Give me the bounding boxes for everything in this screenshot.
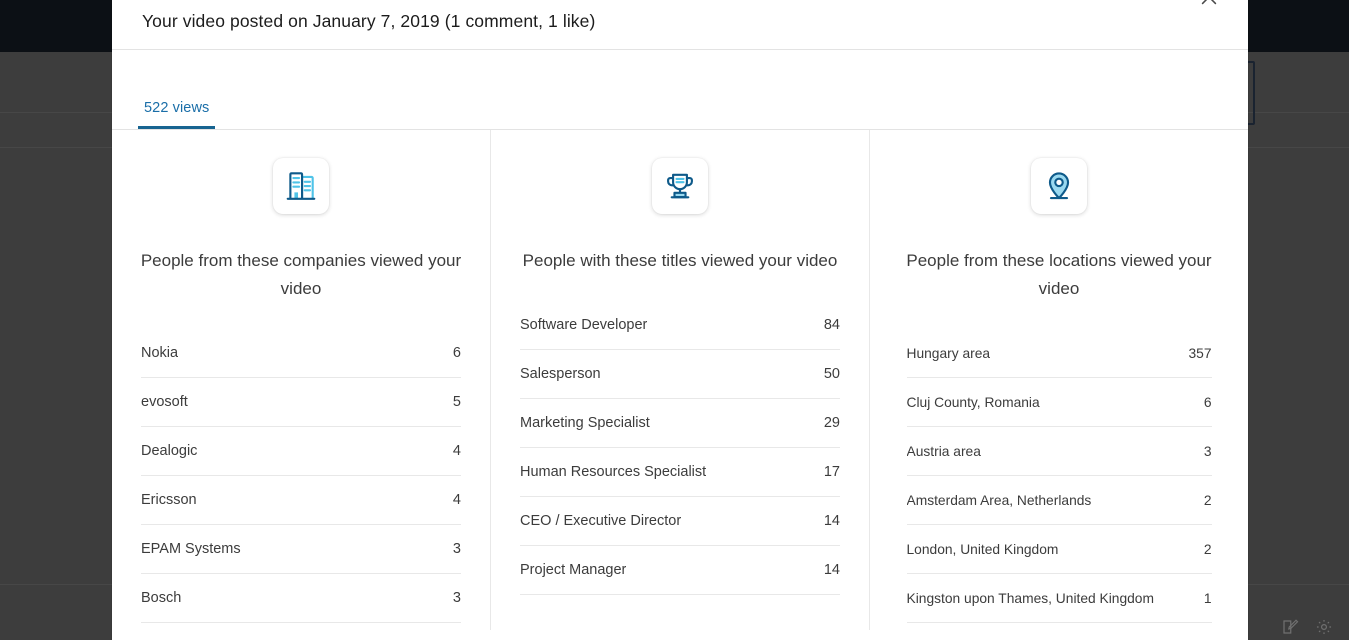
list-item-value: 1 [1203,590,1212,606]
background-corner-icons [1281,618,1333,636]
page-title: Your video posted on January 7, 2019 (1 … [142,11,596,32]
list-item-label: Project Manager [520,562,627,579]
list-item-value: 357 [1188,345,1212,361]
list-item-value: 2 [1203,541,1212,557]
list-item[interactable]: Cluj County, Romania 6 [906,378,1212,428]
list-item[interactable]: Salesperson 50 [520,350,840,400]
column-titles: People with these titles viewed your vid… [490,130,869,630]
list-item-value: 84 [823,317,840,334]
list-item-label: Kingston upon Thames, United Kingdom [906,590,1154,606]
list-item-label: Human Resources Specialist [520,464,707,481]
list-item-value: 4 [452,492,461,509]
list-item-label: Ericsson [141,492,197,509]
list-item-label: Software Developer [520,317,648,334]
list-item[interactable]: Kingston upon Thames, United Kingdom 1 [906,574,1212,624]
list-item-value: 6 [1203,394,1212,410]
list-item-label: Dealogic [141,443,198,460]
list-item-value: 50 [823,366,840,383]
list-item-label: CEO / Executive Director [520,513,682,530]
list-item-value: 29 [823,415,840,432]
title-stat-list: Software Developer 84 Salesperson 50 Mar… [520,301,840,596]
list-item[interactable]: EPAM Systems 3 [141,525,461,575]
list-item-value: 3 [452,590,461,607]
list-item-value: 3 [1203,443,1212,459]
list-item-label: Cluj County, Romania [906,394,1040,410]
list-item[interactable]: Ericsson 4 [141,476,461,526]
list-item-label: Amsterdam Area, Netherlands [906,492,1092,508]
trophy-icon [652,158,708,214]
gear-icon [1315,618,1333,636]
tab-bar: 522 views [112,50,1248,130]
list-item[interactable]: Marketing Specialist 29 [520,399,840,449]
column-heading: People from these locations viewed your … [906,251,1212,299]
list-item-label: Austria area [906,443,981,459]
location-stat-list: Hungary area 357 Cluj County, Romania 6 … [906,329,1212,624]
list-item[interactable]: evosoft 5 [141,378,461,428]
list-item-value: 14 [823,513,840,530]
list-item[interactable]: Software Developer 84 [520,301,840,351]
list-item-value: 17 [823,464,840,481]
list-item-value: 14 [823,562,840,579]
list-item[interactable]: Bosch 3 [141,574,461,624]
column-heading: People with these titles viewed your vid… [522,251,838,270]
compose-icon [1281,618,1299,636]
list-item[interactable]: London, United Kingdom 2 [906,525,1212,575]
list-item[interactable]: Hungary area 357 [906,329,1212,379]
list-item[interactable]: Dealogic 4 [141,427,461,477]
tab-views[interactable]: 522 views [138,100,216,129]
list-item-label: evosoft [141,394,188,411]
list-item-value: 2 [1203,492,1212,508]
list-item[interactable]: Human Resources Specialist 17 [520,448,840,498]
list-item-value: 5 [452,394,461,411]
list-item[interactable]: Project Manager 14 [520,546,840,596]
list-item[interactable]: Amsterdam Area, Netherlands 2 [906,476,1212,526]
list-item-label: London, United Kingdom [906,541,1059,557]
list-item-value: 4 [452,443,461,460]
column-locations: People from these locations viewed your … [869,130,1248,630]
list-item-label: EPAM Systems [141,541,241,558]
column-companies: People from these companies viewed your … [112,130,490,630]
list-item-value: 3 [452,541,461,558]
company-stat-list: Nokia 6 evosoft 5 Dealogic 4 Ericsson 4 … [141,329,461,624]
column-heading: People from these companies viewed your … [140,251,462,299]
list-item[interactable]: Austria area 3 [906,427,1212,477]
list-item[interactable]: Nokia 6 [141,329,461,379]
list-item[interactable]: CEO / Executive Director 14 [520,497,840,547]
list-item-label: Hungary area [906,345,991,361]
list-item-label: Bosch [141,590,182,607]
list-item-value: 6 [452,345,461,362]
list-item-label: Marketing Specialist [520,415,650,432]
location-pin-icon [1031,158,1087,214]
list-item-label: Salesperson [520,366,601,383]
insights-columns: People from these companies viewed your … [112,130,1248,630]
close-icon[interactable] [1194,0,1224,12]
company-building-icon [273,158,329,214]
modal-header: Your video posted on January 7, 2019 (1 … [112,0,1248,50]
video-analytics-modal: Your video posted on January 7, 2019 (1 … [112,0,1248,640]
list-item-label: Nokia [141,345,179,362]
